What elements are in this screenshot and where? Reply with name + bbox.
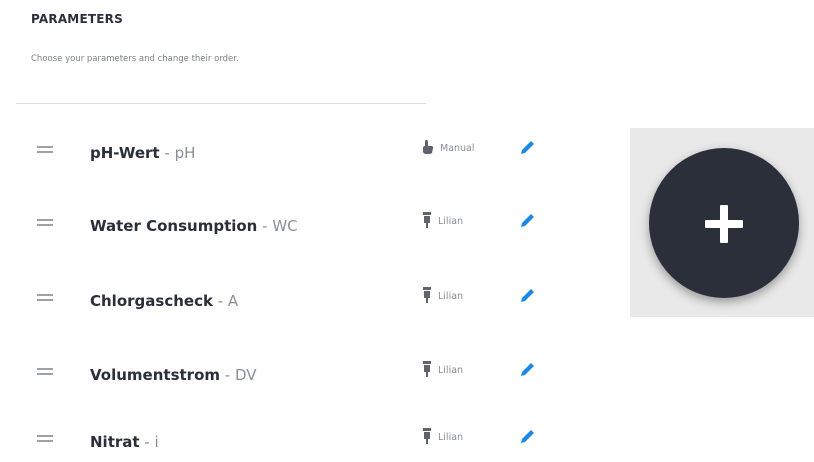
parameter-row: pH-Wert - pH Manual — [0, 133, 560, 173]
parameter-label: Nitrat - i — [90, 433, 159, 451]
hand-icon — [423, 140, 433, 154]
parameter-separator: - — [212, 292, 228, 310]
divider — [16, 103, 426, 104]
drag-handle-icon[interactable] — [37, 368, 53, 380]
parameter-code: DV — [234, 366, 257, 384]
parameter-label: Water Consumption - WC — [90, 217, 298, 235]
parameter-name: Water Consumption — [90, 217, 258, 235]
parameter-source-label: Lilian — [438, 216, 464, 227]
parameter-row: Volumentstrom - DV Lilian — [0, 355, 560, 395]
parameter-label: Volumentstrom - DV — [90, 366, 257, 384]
edit-pencil-icon[interactable] — [518, 285, 538, 305]
parameter-source: Lilian — [422, 361, 463, 377]
drag-handle-icon[interactable] — [37, 435, 53, 447]
sensor-icon — [423, 287, 431, 303]
parameters-subtitle: Choose your parameters and change their … — [31, 54, 239, 64]
parameter-source: Lilian — [422, 287, 463, 303]
parameters-title: PARAMETERS — [31, 12, 123, 26]
parameter-code: pH — [174, 144, 196, 162]
drag-handle-icon[interactable] — [37, 219, 53, 231]
parameter-source-label: Lilian — [438, 365, 464, 376]
parameter-separator: - — [257, 217, 273, 235]
parameter-code: WC — [272, 217, 298, 235]
parameter-row: Chlorgascheck - A Lilian — [0, 281, 560, 321]
parameter-source: Manual — [422, 139, 475, 155]
parameter-separator: - — [220, 366, 235, 384]
parameter-source: Lilian — [422, 212, 463, 228]
edit-pencil-icon[interactable] — [518, 359, 538, 379]
parameter-row: Nitrat - i Lilian — [0, 422, 560, 462]
edit-pencil-icon[interactable] — [518, 426, 538, 446]
parameter-code: A — [227, 292, 239, 310]
parameter-name: Chlorgascheck — [90, 292, 213, 310]
parameter-label: pH-Wert - pH — [90, 144, 195, 162]
sensor-icon — [423, 361, 431, 377]
parameter-source-label: Lilian — [438, 291, 464, 302]
parameter-name: Volumentstrom — [90, 366, 220, 384]
parameter-source: Lilian — [422, 428, 463, 444]
parameter-source-label: Lilian — [438, 432, 464, 443]
parameter-code: i — [154, 433, 159, 451]
drag-handle-icon[interactable] — [37, 146, 53, 158]
parameter-name: Nitrat — [90, 433, 140, 451]
edit-pencil-icon[interactable] — [518, 210, 538, 230]
parameter-label: Chlorgascheck - A — [90, 292, 238, 310]
add-parameter-button[interactable] — [649, 148, 799, 298]
parameter-separator: - — [139, 433, 155, 451]
parameter-separator: - — [159, 144, 175, 162]
sensor-icon — [423, 212, 431, 228]
parameter-name: pH-Wert — [90, 144, 160, 162]
sensor-icon — [423, 428, 431, 444]
edit-pencil-icon[interactable] — [518, 137, 538, 157]
parameter-source-label: Manual — [440, 143, 475, 154]
parameter-row: Water Consumption - WC Lilian — [0, 206, 560, 246]
drag-handle-icon[interactable] — [37, 294, 53, 306]
